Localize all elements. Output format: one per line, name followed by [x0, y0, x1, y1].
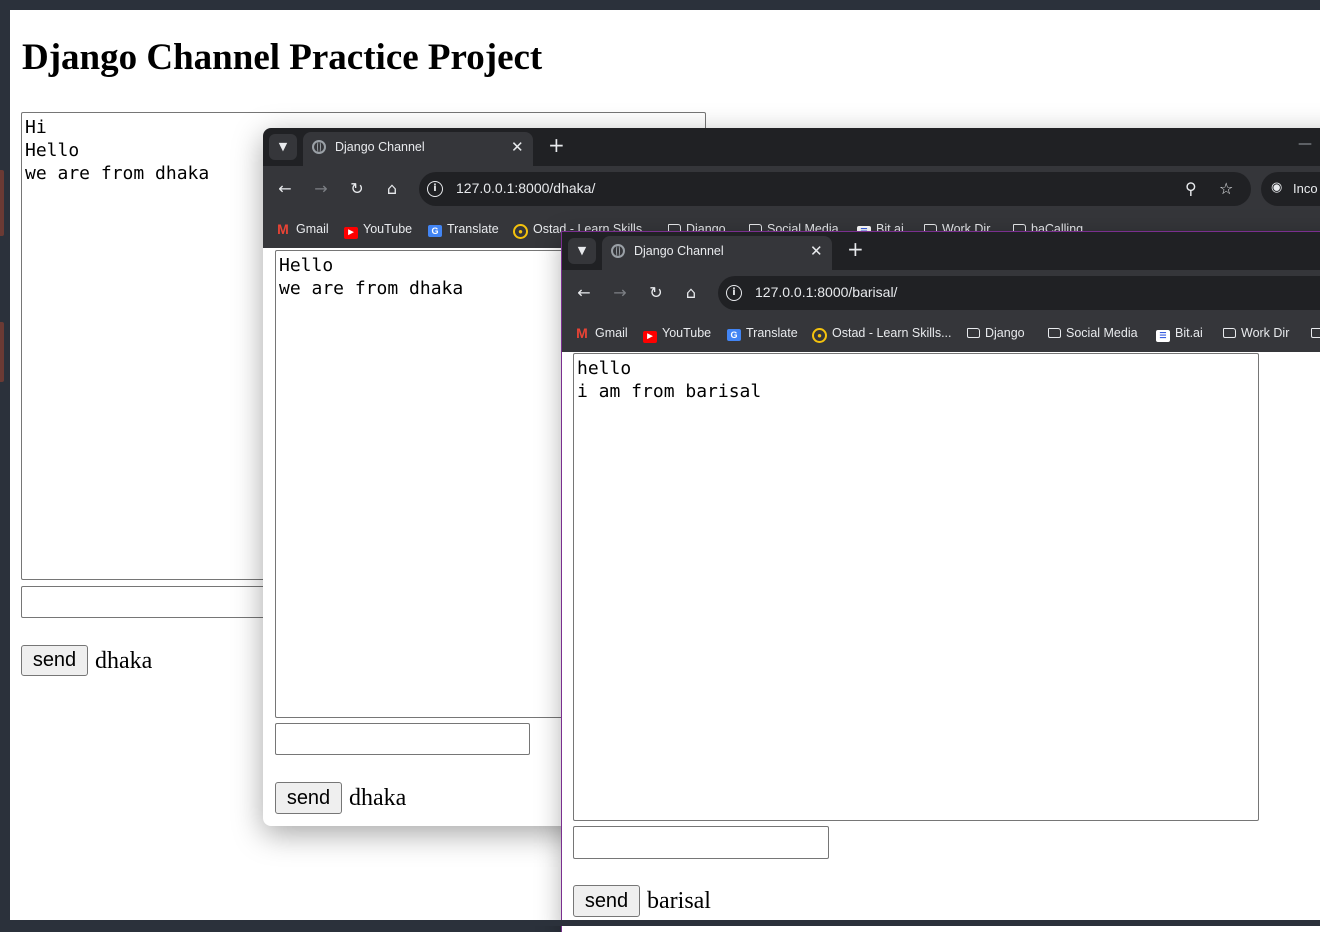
- folder-icon: [1223, 328, 1236, 338]
- plus-icon[interactable]: +: [548, 133, 565, 157]
- room-name: dhaka: [349, 785, 407, 811]
- close-icon[interactable]: ✕: [810, 242, 823, 260]
- translate-icon: G: [428, 225, 442, 237]
- forward-icon[interactable]: →: [609, 282, 631, 304]
- minimize-icon[interactable]: —: [1298, 136, 1312, 152]
- address-bar[interactable]: i 127.0.0.1:8000/dhaka/ ⚲ ☆: [419, 172, 1251, 206]
- ostad-icon: ●: [513, 224, 528, 239]
- bookmark-gmail[interactable]: M Gmail: [275, 222, 329, 236]
- send-button[interactable]: send: [573, 885, 640, 917]
- chat-line: we are from dhaka: [279, 278, 464, 299]
- bookmark-bitai[interactable]: ☰Bit.ai: [1156, 326, 1203, 342]
- bookmark-folder-django[interactable]: Django: [967, 326, 1025, 340]
- browser-toolbar: ← → ↻ ⌂ i 127.0.0.1:8000/dhaka/ ⚲ ☆ ◉ In…: [263, 166, 1320, 212]
- tab-strip: ▼ Django Channel ✕ + —: [263, 128, 1320, 166]
- forward-icon[interactable]: →: [310, 178, 332, 200]
- home-icon[interactable]: ⌂: [381, 178, 403, 200]
- incognito-label: Inco: [1293, 181, 1318, 196]
- home-icon[interactable]: ⌂: [680, 282, 702, 304]
- send-button[interactable]: send: [21, 645, 88, 676]
- message-input[interactable]: [573, 826, 829, 859]
- incognito-icon: ◉: [1271, 180, 1283, 195]
- page-title: Django Channel Practice Project: [22, 37, 543, 78]
- tab-search-chevron-icon[interactable]: ▼: [568, 238, 596, 264]
- tab-title: Django Channel: [335, 140, 425, 154]
- folder-icon: [1048, 328, 1061, 338]
- info-icon[interactable]: i: [427, 181, 443, 197]
- message-input[interactable]: [275, 723, 530, 755]
- room-name: barisal: [647, 888, 711, 914]
- desktop-edge-marker: [0, 322, 4, 382]
- browser-tab[interactable]: Django Channel ✕: [602, 236, 832, 270]
- ostad-icon: ●: [812, 328, 827, 343]
- room-name: dhaka: [95, 648, 153, 674]
- address-bar[interactable]: i 127.0.0.1:8000/barisal/: [718, 276, 1320, 310]
- desktop-bottom-strip: [0, 920, 1320, 926]
- bookmark-folder-work-dir[interactable]: Work Dir: [1223, 326, 1289, 340]
- desktop-edge-marker: [0, 170, 4, 236]
- star-icon[interactable]: ☆: [1219, 179, 1233, 198]
- youtube-icon: ▶: [643, 331, 657, 343]
- bookmark-translate[interactable]: G Translate: [727, 326, 798, 341]
- incognito-badge[interactable]: ◉ Inco: [1261, 172, 1320, 206]
- folder-icon: [967, 328, 980, 338]
- gmail-icon: M: [277, 221, 289, 237]
- youtube-icon: ▶: [344, 227, 358, 239]
- bookmark-translate[interactable]: G Translate: [428, 222, 499, 237]
- plus-icon[interactable]: +: [847, 237, 864, 261]
- bookmark-youtube[interactable]: ▶ YouTube: [643, 326, 711, 343]
- chat-log[interactable]: Hello we are from dhaka: [275, 250, 575, 718]
- tab-strip: ▼ Django Channel ✕ +: [562, 232, 1320, 270]
- back-icon[interactable]: ←: [573, 282, 595, 304]
- bookmark-ostad[interactable]: ● Ostad - Learn Skills...: [812, 326, 952, 343]
- globe-icon: [312, 140, 326, 154]
- info-icon[interactable]: i: [726, 285, 742, 301]
- back-icon[interactable]: ←: [274, 178, 296, 200]
- zoom-icon[interactable]: ⚲: [1185, 179, 1197, 198]
- bookmark-youtube[interactable]: ▶ YouTube: [344, 222, 412, 239]
- browser-toolbar: ← → ↻ ⌂ i 127.0.0.1:8000/barisal/: [562, 270, 1320, 316]
- chat-line: Hello: [279, 255, 334, 276]
- bookmarks-bar: M Gmail ▶ YouTube G Translate ● Ostad - Lear…: [562, 316, 1320, 352]
- tab-search-chevron-icon[interactable]: ▼: [269, 134, 297, 160]
- globe-icon: [611, 244, 625, 258]
- browser-window-barisal: ▼ Django Channel ✕ + ← → ↻ ⌂ i 127.0.0.1…: [561, 231, 1320, 932]
- browser-tab[interactable]: Django Channel ✕: [303, 132, 533, 166]
- tab-title: Django Channel: [634, 244, 724, 258]
- chat-line: i am from barisal: [577, 381, 762, 402]
- bitai-icon: ☰: [1156, 330, 1170, 342]
- close-icon[interactable]: ✕: [511, 138, 524, 156]
- chat-line: hello: [577, 358, 632, 379]
- bookmark-folder-overflow[interactable]: [1311, 326, 1320, 340]
- chat-log[interactable]: hello i am from barisal: [573, 353, 1259, 821]
- desktop-top-strip: [0, 0, 1320, 10]
- address-url[interactable]: 127.0.0.1:8000/barisal/: [755, 284, 897, 300]
- bookmark-folder-social-media[interactable]: Social Media: [1048, 326, 1138, 340]
- folder-icon: [1311, 328, 1320, 338]
- reload-icon[interactable]: ↻: [645, 282, 667, 304]
- send-button[interactable]: send: [275, 782, 342, 814]
- reload-icon[interactable]: ↻: [346, 178, 368, 200]
- translate-icon: G: [727, 329, 741, 341]
- bookmark-gmail[interactable]: M Gmail: [574, 326, 628, 340]
- message-input[interactable]: [21, 586, 277, 618]
- address-url[interactable]: 127.0.0.1:8000/dhaka/: [456, 180, 595, 196]
- gmail-icon: M: [576, 325, 588, 341]
